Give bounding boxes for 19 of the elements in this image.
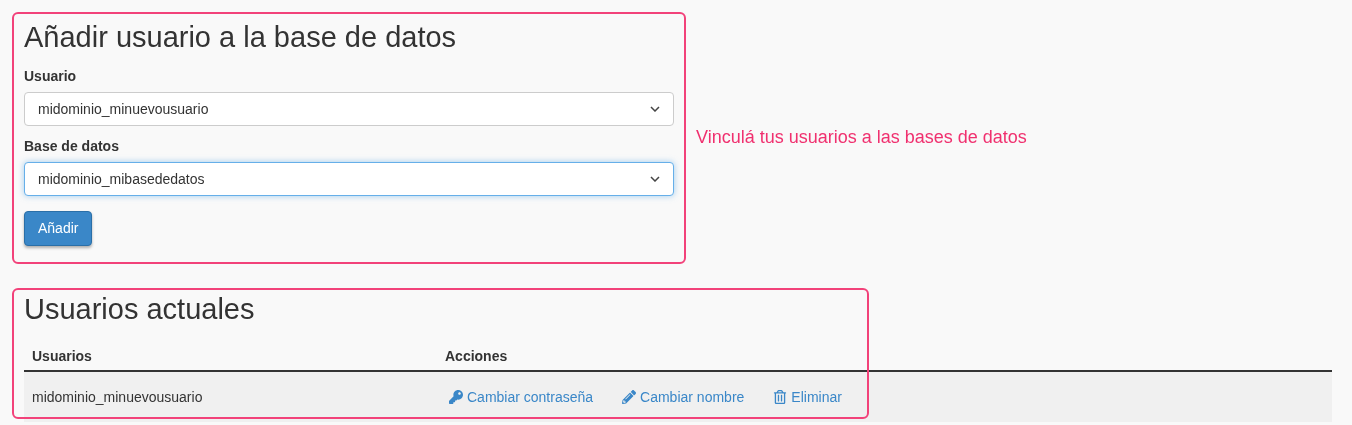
add-button[interactable]: Añadir [24, 211, 93, 246]
select-field[interactable]: midominio_mibasededatos [24, 162, 674, 196]
annotation-text: Vinculá tus usuarios a las bases de datos [696, 126, 1027, 149]
action-link[interactable]: Eliminar [773, 386, 842, 408]
pencil-icon [622, 390, 637, 404]
column-header: Usuarios [32, 348, 92, 364]
table-cell: midominio_minuevousuario [32, 388, 203, 405]
column-header: Acciones [445, 348, 508, 364]
section-title: Usuarios actuales [24, 292, 256, 327]
action-link[interactable]: Cambiar contraseña [449, 386, 594, 408]
trash-icon [773, 390, 788, 404]
field-label: Base de datos [24, 137, 120, 156]
chevron-down-icon [650, 106, 660, 112]
section-title: Añadir usuario a la base de datos [24, 20, 458, 55]
chevron-down-icon [650, 176, 660, 182]
key-icon [449, 390, 463, 404]
field-label: Usuario [24, 67, 78, 86]
select-field[interactable]: midominio_minuevousuario [24, 92, 674, 126]
action-link[interactable]: Cambiar nombre [622, 386, 745, 408]
